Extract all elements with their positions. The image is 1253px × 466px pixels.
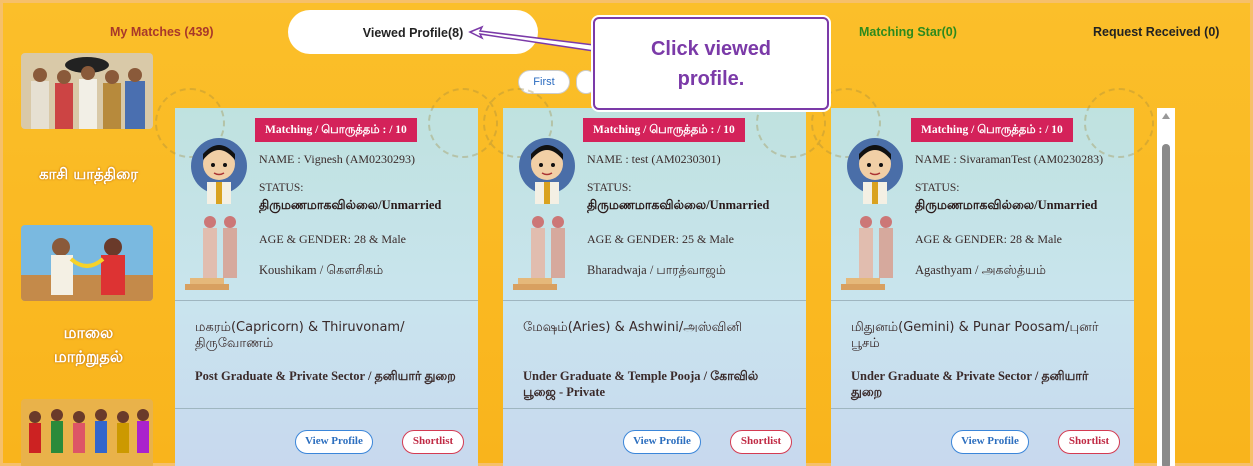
malai-label-line2: மாற்றுதல் [53, 347, 124, 366]
gothram: Bharadwaja / பாரத்வாஜம் [587, 263, 726, 277]
education-job: Post Graduate & Private Sector / தனியார்… [195, 369, 456, 383]
age-gender: AGE & GENDER: 28 & Male [915, 232, 1062, 246]
shortlist-button[interactable]: Shortlist [1058, 430, 1120, 454]
profile-name: NAME : SivaramanTest (AM0230283) [915, 152, 1104, 166]
kasi-yathirai-image [21, 53, 153, 129]
couple-illustration-icon [185, 216, 237, 290]
scroll-thumb[interactable] [1162, 144, 1170, 466]
profile-cards: Matching / பொருத்தம் : / 10 NAME : Vigne… [155, 88, 1154, 466]
kasi-yathirai-label: காசி யாத்திரை [38, 165, 139, 183]
education-job: Under Graduate & Temple Pooja / கோவில் ப… [523, 369, 759, 399]
tab-my-matches[interactable]: My Matches (439) [110, 25, 214, 39]
divider [503, 300, 806, 301]
profile-card: Matching / பொருத்தம் : / 10 NAME : Sivar… [811, 88, 1154, 466]
status-value: திருமணமாகவில்லை/Unmarried [915, 198, 1098, 212]
divider [175, 408, 478, 409]
malai-maatrudhal-label: மாலை மாற்றுதல் [16, 321, 161, 369]
profile-name: NAME : test (AM0230301) [587, 152, 721, 166]
rasi-star: மகரம்(Capricorn) & Thiruvonam/ திருவோணம் [195, 320, 405, 351]
tab-matching-star[interactable]: Matching Star(0) [859, 25, 957, 39]
education-job: Under Graduate & Private Sector / தனியார… [851, 369, 1089, 399]
groom-avatar-icon [519, 138, 575, 204]
malai-label-line1: மாலை [63, 323, 114, 342]
matching-badge: Matching / பொருத்தம் : / 10 [255, 118, 417, 142]
matching-badge: Matching / பொருத்தம் : / 10 [911, 118, 1073, 142]
sidebar: காசி யாத்திரை மாலை மாற்றுதல் [21, 53, 156, 466]
gothram: Koushikam / கௌசிகம் [259, 263, 384, 277]
age-gender: AGE & GENDER: 28 & Male [259, 232, 406, 246]
age-gender: AGE & GENDER: 25 & Male [587, 232, 734, 246]
divider [831, 300, 1134, 301]
profile-card: Matching / பொருத்தம் : / 10 NAME : test … [483, 88, 826, 466]
wedding-crowd-image [21, 399, 153, 466]
rasi-star: மேஷம்(Aries) & Ashwini/அஸ்வினி [523, 320, 743, 335]
vertical-scrollbar[interactable] [1157, 108, 1175, 466]
groom-avatar-icon [847, 138, 903, 204]
callout-line1: Click viewed [650, 37, 772, 60]
couple-illustration-icon [841, 216, 893, 290]
status-label: STATUS: [587, 182, 632, 194]
divider [503, 408, 806, 409]
decor-corner [1084, 88, 1154, 158]
scroll-up-arrow-icon[interactable] [1162, 113, 1170, 119]
groom-avatar-icon [191, 138, 247, 204]
divider [831, 408, 1134, 409]
tab-request-received[interactable]: Request Received (0) [1093, 25, 1219, 39]
status-label: STATUS: [259, 182, 304, 194]
malai-maatrudhal-image [21, 225, 153, 301]
rasi-star: மிதுனம்(Gemini) & Punar Poosam/புனர் பூச… [851, 320, 1099, 351]
status-value: திருமணமாகவில்லை/Unmarried [587, 198, 770, 212]
profile-card: Matching / பொருத்தம் : / 10 NAME : Vigne… [155, 88, 498, 466]
divider [175, 300, 478, 301]
gothram: Agasthyam / அகஸ்த்யம் [915, 263, 1046, 277]
couple-illustration-icon [513, 216, 565, 290]
matching-badge: Matching / பொருத்தம் : / 10 [583, 118, 745, 142]
status-label: STATUS: [915, 182, 960, 194]
callout-line2: profile. [677, 67, 745, 90]
view-profile-button[interactable]: View Profile [295, 430, 373, 454]
shortlist-button[interactable]: Shortlist [402, 430, 464, 454]
shortlist-button[interactable]: Shortlist [730, 430, 792, 454]
tutorial-callout: Click viewed profile. [593, 17, 829, 110]
profile-name: NAME : Vignesh (AM0230293) [259, 152, 416, 166]
view-profile-button[interactable]: View Profile [623, 430, 701, 454]
status-value: திருமணமாகவில்லை/Unmarried [259, 198, 442, 212]
view-profile-button[interactable]: View Profile [951, 430, 1029, 454]
callout-arrow-icon [468, 25, 595, 52]
